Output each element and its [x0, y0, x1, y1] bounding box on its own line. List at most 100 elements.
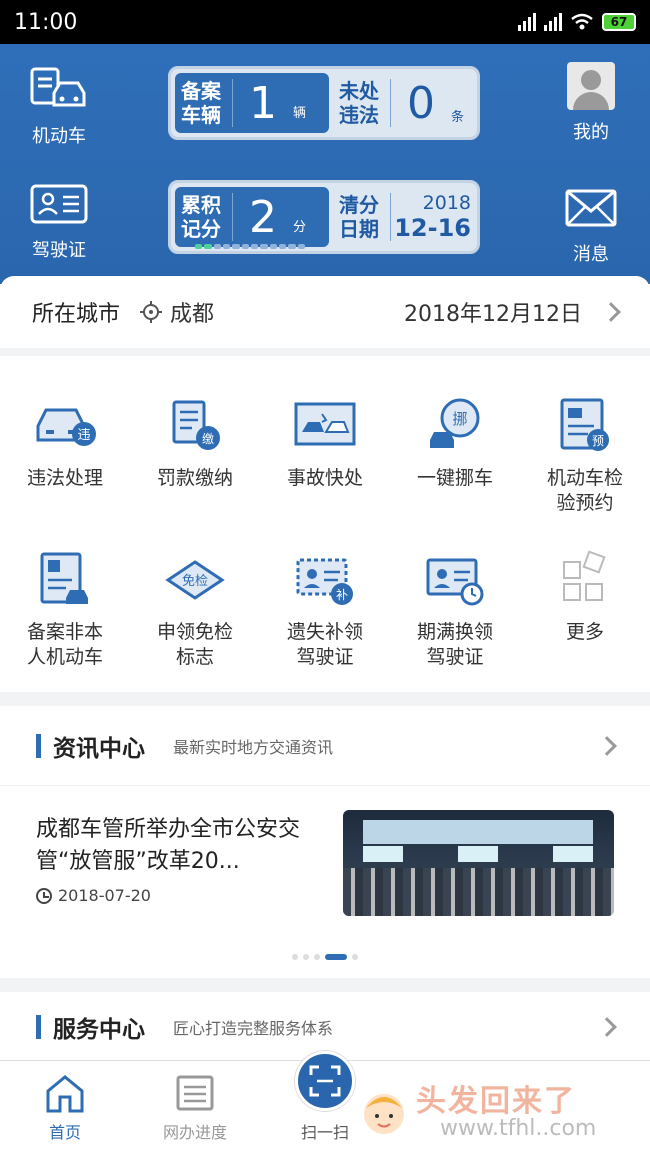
vehicle-icon [29, 64, 89, 116]
points-panel[interactable]: 累积 记分 2 分 清分 日期 2018 12-16 [168, 180, 480, 254]
envelope-icon [561, 182, 621, 234]
scan-button[interactable] [295, 1051, 355, 1111]
vehicle-button[interactable]: 机动车 [4, 64, 114, 148]
violation-label-2: 违法 [339, 103, 379, 127]
accident-icon [292, 396, 358, 456]
car-violation-icon: 违 [32, 396, 98, 456]
city-bar[interactable]: 所在城市 成都 2018年12月12日 [0, 276, 650, 348]
registered-unit: 辆 [293, 106, 307, 121]
license-button[interactable]: 驾驶证 [4, 178, 114, 262]
service-more[interactable]: 更多 [520, 550, 650, 645]
registered-label-2: 车辆 [181, 103, 221, 127]
points-progress [195, 244, 305, 249]
license-icon [29, 178, 89, 230]
vehicle-stats-panel[interactable]: 备案 车辆 1 辆 未处 违法 0 条 [168, 66, 480, 140]
inspection-icon: 预 [552, 396, 618, 456]
carousel-dots [0, 954, 650, 960]
progress-icon [174, 1073, 216, 1113]
watermark-text: 头发回来了 [416, 1084, 576, 1119]
points-unit: 分 [293, 220, 307, 235]
watermark: 头发回来了 www.tfhl..com [360, 1072, 645, 1152]
clear-label-1: 清分 [339, 193, 379, 217]
svg-text:补: 补 [336, 588, 348, 602]
register-vehicle-icon [32, 550, 98, 610]
service-label: 事故快处 [286, 467, 363, 489]
move-car-icon: 挪 [422, 396, 488, 456]
service-fine[interactable]: 缴 罚款缴纳 [130, 396, 260, 491]
points-label-2: 记分 [181, 217, 221, 241]
avatar [567, 62, 615, 110]
service-renew-license[interactable]: 期满换领驾驶证 [390, 550, 520, 670]
service-move-car[interactable]: 挪 一键挪车 [390, 396, 520, 491]
news-header[interactable]: 资讯中心 最新实时地方交通资讯 [0, 706, 650, 786]
tab-home[interactable]: 首页 [15, 1073, 115, 1143]
header: 机动车 驾驶证 我的 消息 备案车辆 1 辆 未处违法 0 条 累积记分 [0, 44, 650, 284]
chevron-right-icon [601, 302, 621, 322]
service-label: 备案非本人机动车 [26, 621, 103, 668]
service-label: 机动车检验预约 [546, 467, 623, 514]
tab-home-label: 首页 [48, 1123, 81, 1142]
cartoon-face-icon [364, 1094, 404, 1134]
tab-progress[interactable]: 网办进度 [145, 1073, 245, 1143]
points-label-1: 累积 [181, 193, 221, 217]
registered-label-1: 备案 [181, 79, 221, 103]
service-violation[interactable]: 违 违法处理 [0, 396, 130, 491]
svg-text:缴: 缴 [202, 431, 214, 446]
signal-icon-2 [544, 13, 562, 31]
tab-progress-label: 网办进度 [162, 1123, 227, 1142]
svg-text:挪: 挪 [452, 410, 467, 428]
renew-license-icon [422, 550, 488, 610]
license-label: 驾驶证 [32, 240, 86, 261]
watermark-url: www.tfhl..com [440, 1116, 597, 1141]
svg-text:违: 违 [77, 428, 90, 443]
battery-icon: 67 [602, 13, 636, 31]
mine-button[interactable]: 我的 [536, 62, 646, 144]
lost-license-icon: 补 [292, 550, 358, 610]
current-date: 2018年12月12日 [404, 302, 582, 327]
tab-scan-label: 扫一扫 [300, 1123, 349, 1142]
exemption-icon: 免检 [162, 550, 228, 610]
city-name: 成都 [170, 302, 215, 327]
service-label: 期满换领驾驶证 [416, 621, 493, 668]
clear-year: 2018 [422, 192, 471, 214]
service-register-vehicle[interactable]: 备案非本人机动车 [0, 550, 130, 670]
service-inspection[interactable]: 预 机动车检验预约 [520, 396, 650, 516]
service-center-title: 服务中心 [53, 1017, 145, 1043]
clear-label-2: 日期 [339, 217, 379, 241]
fine-payment-icon: 缴 [162, 396, 228, 456]
svg-text:免检: 免检 [182, 574, 208, 589]
registered-count: 1 [249, 77, 277, 129]
service-label: 一键挪车 [416, 467, 493, 489]
violation-unit: 条 [451, 110, 465, 125]
service-label: 更多 [565, 621, 604, 643]
vehicle-label: 机动车 [32, 126, 86, 147]
news-section: 资讯中心 最新实时地方交通资讯 成都车管所举办全市公安交管“放管服”改革20..… [0, 706, 650, 978]
news-title: 资讯中心 [53, 735, 145, 762]
more-icon [552, 550, 618, 610]
news-item[interactable]: 成都车管所举办全市公安交管“放管服”改革20... 2018-07-20 [0, 786, 650, 936]
service-label: 罚款缴纳 [156, 467, 233, 489]
service-center-subtitle: 匠心打造完整服务体系 [173, 1019, 334, 1038]
news-item-date: 2018-07-20 [58, 886, 151, 905]
messages-label: 消息 [573, 244, 609, 265]
city-label: 所在城市 [32, 302, 121, 327]
service-label: 违法处理 [26, 467, 103, 489]
location-icon [140, 301, 163, 323]
violation-label-1: 未处 [339, 79, 379, 103]
service-exemption[interactable]: 免检 申领免检标志 [130, 550, 260, 670]
home-icon [44, 1073, 86, 1113]
service-lost-license[interactable]: 补 遗失补领驾驶证 [260, 550, 390, 670]
service-label: 遗失补领驾驶证 [286, 621, 363, 668]
messages-button[interactable]: 消息 [536, 182, 646, 266]
news-image [343, 810, 614, 916]
services-grid: 违 违法处理 缴 罚款缴纳 事故快处 挪 一键挪车 预 机动车检验预约 备案非本… [0, 356, 650, 692]
chevron-right-icon [597, 1017, 617, 1037]
status-time: 11:00 [14, 9, 78, 35]
clock-icon [36, 887, 52, 904]
mine-label: 我的 [573, 122, 609, 143]
wifi-icon [571, 13, 593, 30]
service-accident[interactable]: 事故快处 [260, 396, 390, 491]
service-label: 申领免检标志 [156, 621, 233, 668]
clear-date: 12-16 [394, 214, 471, 242]
points-count: 2 [249, 191, 277, 243]
